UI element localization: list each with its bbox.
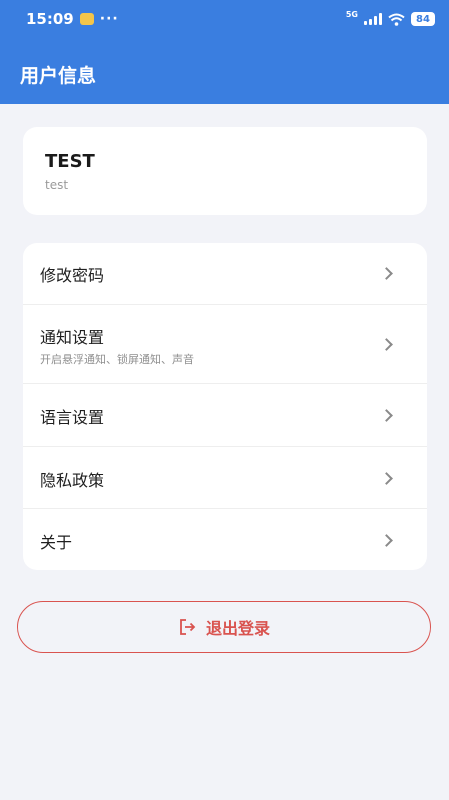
status-time: 15:09 (26, 10, 74, 28)
menu-item-label: 隐私政策 (40, 471, 105, 490)
wifi-icon (388, 13, 405, 26)
app-notification-icon (79, 13, 94, 25)
battery-icon: 84 (411, 12, 435, 26)
status-bar: 15:09 ··· 5G 84 (0, 0, 449, 38)
menu-item-language-settings[interactable]: 语言设置 (23, 384, 427, 447)
app-header: 15:09 ··· 5G 84 用户信息 (0, 0, 449, 104)
signal-icon (364, 13, 382, 25)
menu-item-label: 关于 (40, 533, 73, 552)
logout-button[interactable]: 退出登录 (17, 601, 431, 653)
more-notifications-icon: ··· (99, 11, 119, 27)
user-username: test (45, 178, 69, 192)
menu-item-privacy-policy[interactable]: 隐私政策 (23, 447, 427, 509)
chevron-right-icon (380, 267, 393, 280)
menu-item-about[interactable]: 关于 (23, 509, 427, 570)
chevron-right-icon (380, 534, 393, 547)
status-icons: 5G 84 (345, 9, 435, 26)
chevron-right-icon (380, 409, 393, 422)
network-type-label: 5G (345, 9, 358, 19)
menu-item-label: 通知设置 (40, 328, 105, 347)
user-card: TEST test (23, 127, 427, 215)
menu-item-label: 语言设置 (40, 408, 105, 427)
logout-icon (180, 619, 196, 635)
menu-item-notification-settings[interactable]: 通知设置 开启悬浮通知、锁屏通知、声音 (23, 305, 427, 384)
menu-item-description: 开启悬浮通知、锁屏通知、声音 (40, 353, 194, 366)
menu-item-label: 修改密码 (40, 266, 105, 285)
page-title: 用户信息 (20, 65, 97, 87)
chevron-right-icon (380, 472, 393, 485)
chevron-right-icon (380, 338, 393, 351)
menu-item-change-password[interactable]: 修改密码 (23, 243, 427, 305)
logout-label: 退出登录 (205, 619, 270, 638)
user-name: TEST (45, 151, 95, 172)
settings-menu: 修改密码 通知设置 开启悬浮通知、锁屏通知、声音 语言设置 隐私政策 关于 (23, 243, 427, 570)
